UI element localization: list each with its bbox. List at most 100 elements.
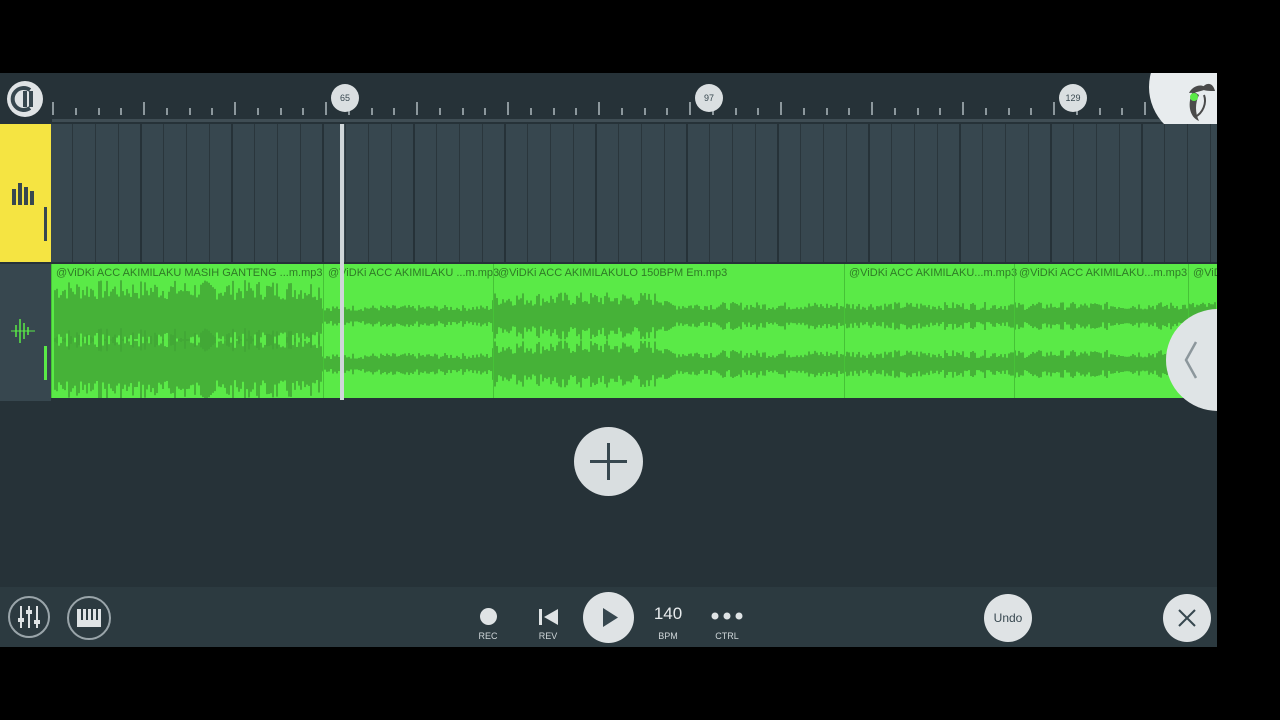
rewind-button[interactable]	[538, 607, 560, 627]
fl-logo-icon[interactable]	[7, 81, 43, 117]
ruler-tick	[438, 108, 441, 115]
bar-marker-97[interactable]: 97	[695, 84, 723, 112]
control-label: CTRL	[715, 631, 739, 641]
tempo-label: BPM	[658, 631, 678, 641]
ruler-tick	[643, 108, 646, 115]
ruler-tick	[848, 108, 851, 115]
grid-line	[231, 124, 234, 262]
grid-line	[709, 124, 710, 262]
grid-line	[800, 124, 801, 262]
grid-line	[822, 124, 824, 262]
grid-line	[754, 124, 756, 262]
grid-line	[845, 124, 847, 262]
grid-line	[72, 124, 73, 262]
clip-label: @ViDKi ACC AKIMILAKU...m.mp3	[1193, 267, 1217, 279]
ruler-tick	[461, 108, 464, 115]
grid-line	[1050, 124, 1053, 262]
audio-clip-4[interactable]: @ViDKi ACC AKIMILAKU...m.mp3	[844, 264, 1017, 398]
timeline-ruler[interactable]: 65 97 129	[0, 73, 1217, 123]
clip-label: @ViDKi ACC AKIMILAKU ...m.mp3	[328, 267, 500, 279]
track-1-lane[interactable]	[51, 124, 1217, 262]
ruler-tick	[1030, 108, 1033, 115]
record-label: REC	[478, 631, 498, 641]
bar-marker-65[interactable]: 65	[331, 84, 359, 112]
ruler-tick	[234, 102, 236, 115]
ruler-tick	[74, 108, 77, 115]
ruler-tick	[757, 108, 760, 115]
grid-line	[913, 124, 915, 262]
clip-label: @ViDKi ACC AKIMILAKULO 150BPM Em.mp3	[498, 267, 728, 279]
grid-line	[436, 124, 437, 262]
waveform-icon	[11, 319, 35, 343]
ruler-tick	[825, 108, 828, 115]
ruler-tick	[939, 108, 942, 115]
undo-button[interactable]: Undo	[984, 594, 1032, 642]
add-button[interactable]	[574, 427, 643, 496]
track-1-header[interactable]	[0, 124, 51, 262]
ruler-tick	[393, 108, 396, 115]
grid-line	[936, 124, 938, 262]
grid-line	[1027, 124, 1029, 262]
grid-line	[868, 124, 871, 262]
ruler-tick	[188, 108, 191, 115]
more-dots-icon	[711, 612, 743, 620]
grid-line	[413, 124, 416, 262]
grid-line	[959, 124, 962, 262]
ruler-tick	[370, 108, 373, 115]
grid-line	[663, 124, 665, 262]
bar-marker-129[interactable]: 129	[1059, 84, 1087, 112]
control-button[interactable]	[711, 609, 743, 621]
ruler-tick	[1121, 108, 1124, 115]
close-button[interactable]	[1163, 594, 1211, 642]
ruler-tick	[1098, 108, 1101, 115]
audio-clip-5[interactable]: @ViDKi ACC AKIMILAKU...m.mp3	[1014, 264, 1189, 398]
tempo-value[interactable]: 140	[643, 604, 693, 624]
track-1-volume-meter[interactable]	[44, 207, 47, 241]
clip-label: @ViDKi ACC AKIMILAKU MASIH GANTENG ...m.…	[56, 267, 323, 279]
grid-line	[1209, 124, 1211, 262]
audio-clip-2[interactable]: @ViDKi ACC AKIMILAKU ...m.mp3	[323, 264, 499, 398]
piano-keys-icon	[77, 609, 101, 627]
track-2-header[interactable]	[0, 264, 51, 401]
plus-icon	[590, 443, 627, 480]
piano-roll-button[interactable]	[67, 596, 111, 640]
track-2-lane[interactable]: @ViDKi ACC AKIMILAKU MASIH GANTENG ...m.…	[51, 264, 1217, 398]
record-button[interactable]	[480, 608, 497, 625]
ruler-tick	[120, 108, 123, 115]
ruler-tick	[552, 108, 555, 115]
clip-label: @ViDKi ACC AKIMILAKU...m.mp3	[1019, 267, 1188, 279]
audio-clip-1[interactable]: @ViDKi ACC AKIMILAKU MASIH GANTENG ...m.…	[51, 264, 324, 398]
mixer-button[interactable]	[8, 596, 50, 638]
grid-line	[1186, 124, 1188, 262]
track-2-volume-meter[interactable]	[44, 346, 47, 380]
ruler-tick	[484, 108, 487, 115]
collapse-panel-button[interactable]	[1166, 309, 1217, 411]
grid-line	[527, 124, 528, 262]
ruler-tick	[302, 108, 305, 115]
grid-line	[299, 124, 301, 262]
grid-line	[185, 124, 187, 262]
ruler-tick	[97, 108, 100, 115]
playhead[interactable]	[340, 124, 344, 400]
grid-line	[504, 124, 507, 262]
ruler-tick	[1007, 108, 1010, 115]
grid-line	[458, 124, 460, 262]
ruler-tick	[780, 102, 782, 115]
ruler-tick	[916, 108, 919, 115]
mixer-sliders-icon	[18, 606, 40, 628]
grid-line	[549, 124, 551, 262]
grid-line	[208, 124, 210, 262]
ruler-tick	[666, 108, 669, 115]
ruler-tick	[507, 102, 509, 115]
grid-line	[481, 124, 483, 262]
ruler-tick	[734, 108, 737, 115]
grid-line	[276, 124, 278, 262]
grid-line	[686, 124, 689, 262]
play-button[interactable]	[583, 592, 634, 643]
audio-clip-3[interactable]: @ViDKi ACC AKIMILAKULO 150BPM Em.mp3	[493, 264, 845, 398]
bottom-toolbar: REC REV 140 BPM CTRL Undo	[0, 587, 1217, 647]
grid-line	[345, 124, 346, 262]
grid-line	[163, 124, 164, 262]
play-icon	[603, 608, 618, 627]
grid-line	[731, 124, 733, 262]
